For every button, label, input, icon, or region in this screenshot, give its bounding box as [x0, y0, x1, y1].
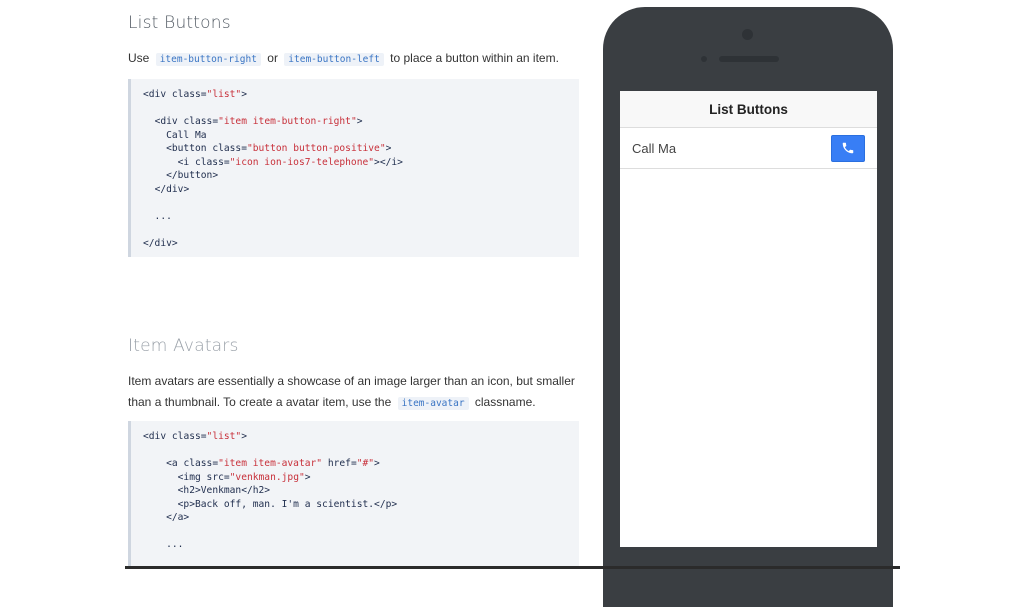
call-button[interactable] [831, 134, 865, 162]
list-item-call-ma[interactable]: Call Ma [620, 128, 877, 169]
code-token: <button [166, 143, 213, 154]
section-title-item-avatars: Item Avatars [128, 336, 239, 356]
code-token: > [356, 116, 363, 127]
code-block-item-avatars: <div class="list"> <a class="item item-a… [128, 421, 579, 566]
code-token: class= [171, 431, 207, 442]
code-token: </button> [166, 170, 219, 181]
phone-screen: List Buttons Call Ma [620, 91, 877, 547]
code-token: ></i> [374, 156, 403, 168]
code-token: "item item-avatar" [218, 458, 323, 469]
code-token: <div [143, 431, 172, 442]
telephone-icon [842, 142, 854, 154]
code-token: ... [143, 539, 184, 550]
code-token: </div> [143, 237, 178, 249]
inline-code-item-button-left: item-button-left [284, 53, 384, 66]
code-token: ... [143, 210, 172, 222]
code-line: </a> [143, 511, 567, 525]
code-token: class= [212, 143, 247, 154]
code-token: > [304, 471, 311, 483]
code-token: <p> [177, 498, 195, 510]
nav-title: List Buttons [709, 101, 788, 117]
code-line: <i class="icon ion-ios7-telephone"></i> [143, 156, 567, 170]
list-buttons-intro: Use item-button-right or item-button-lef… [128, 51, 559, 66]
documentation-content: List Buttons Use item-button-right or it… [0, 0, 600, 576]
code-token: <h2> [177, 485, 201, 496]
code-line: ... [143, 538, 567, 552]
code-token: class= [194, 156, 230, 168]
code-token: "venkman.jpg" [229, 471, 305, 483]
code-token: <i [177, 156, 195, 168]
code-line: <p>Back off, man. I'm a scientist.</p> [143, 498, 567, 512]
code-token: "item item-button-right" [218, 116, 357, 127]
code-token: > [241, 431, 247, 442]
code-line: <div class="list"> [143, 430, 567, 444]
code-token: "#" [356, 458, 375, 469]
inline-code-item-avatar: item-avatar [397, 397, 469, 410]
code-block-list-buttons: <div class="list"> <div class="item item… [128, 79, 579, 257]
code-token: href= [322, 458, 357, 469]
phone-camera [742, 29, 753, 40]
section-title-list-buttons: List Buttons [128, 13, 231, 33]
code-token: > [385, 143, 392, 154]
code-token: > [241, 89, 247, 100]
code-line: <div class="item item-button-right"> [143, 115, 567, 129]
nav-bar: List Buttons [620, 91, 877, 128]
inline-code-item-button-right: item-button-right [155, 53, 261, 66]
code-line: ... [143, 210, 567, 224]
code-token: "icon ion-ios7-telephone" [229, 156, 375, 168]
code-token: </a> [166, 512, 190, 523]
bottom-divider [125, 566, 900, 569]
code-token: class= [183, 458, 219, 469]
code-token: "button button-positive" [246, 143, 386, 154]
code-line: <button class="button button-positive"> [143, 142, 567, 156]
code-token: <div [143, 89, 172, 100]
phone-sensor [701, 56, 707, 62]
code-token: Call Ma [143, 129, 207, 141]
code-line: <div class="list"> [143, 88, 567, 102]
code-token: <img [177, 471, 207, 483]
code-token: <div [154, 116, 184, 127]
code-token: </h2> [241, 485, 271, 496]
code-line: <img src="venkman.jpg"> [143, 471, 567, 485]
code-token: "list" [206, 89, 242, 100]
code-token: class= [183, 116, 219, 127]
code-token: src= [206, 471, 230, 483]
code-token: class= [171, 89, 207, 100]
code-line: Call Ma [143, 129, 567, 143]
code-line: </button> [143, 169, 567, 183]
code-line: <a class="item item-avatar" href="#"> [143, 457, 567, 471]
phone-mockup: List Buttons Call Ma [603, 7, 893, 607]
code-line: <h2>Venkman</h2> [143, 484, 567, 498]
code-line: </div> [143, 183, 567, 197]
code-token: <a [166, 458, 184, 469]
code-token: > [374, 458, 380, 469]
phone-speaker [719, 56, 779, 62]
list-item-label: Call Ma [632, 140, 677, 156]
item-avatars-description: Item avatars are essentially a showcase … [128, 374, 575, 410]
code-token: </div> [154, 183, 190, 195]
code-line: </div> [143, 237, 567, 251]
code-token: Back off, man. I'm a scientist. [194, 498, 375, 510]
code-token: "list" [206, 431, 242, 442]
code-token: </p> [374, 498, 398, 510]
code-token: Venkman [200, 485, 242, 496]
